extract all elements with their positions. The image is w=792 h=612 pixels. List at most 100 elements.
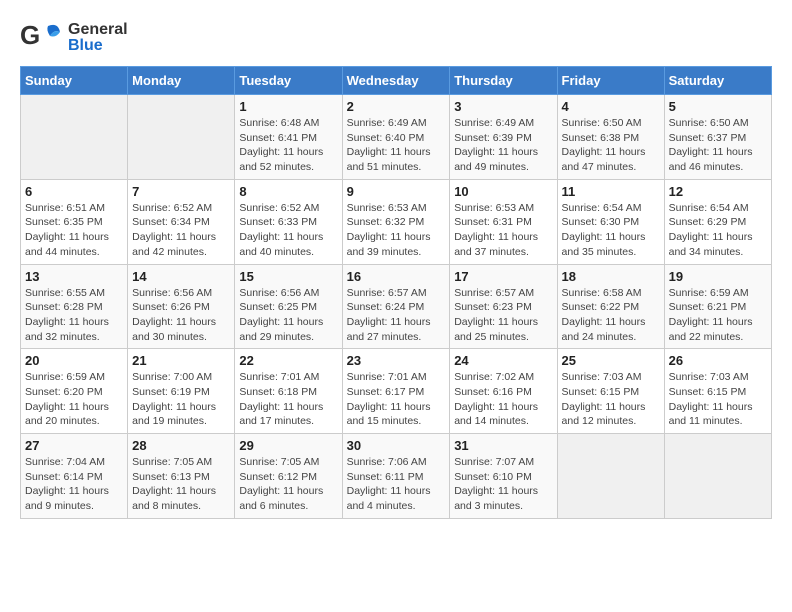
day-info: Sunrise: 7:05 AM Sunset: 6:12 PM Dayligh… — [239, 455, 337, 514]
weekday-header-friday: Friday — [557, 67, 664, 95]
day-info: Sunrise: 6:50 AM Sunset: 6:38 PM Dayligh… — [562, 116, 660, 175]
day-number: 24 — [454, 353, 552, 368]
calendar-week-5: 27 Sunrise: 7:04 AM Sunset: 6:14 PM Dayli… — [21, 434, 772, 519]
calendar-week-1: 1Sunrise: 6:48 AM Sunset: 6:41 PM Daylig… — [21, 95, 772, 180]
day-number: 8 — [239, 184, 337, 199]
day-number: 29 — [239, 438, 337, 453]
day-info: Sunrise: 6:56 AM Sunset: 6:25 PM Dayligh… — [239, 286, 337, 345]
day-number: 25 — [562, 353, 660, 368]
calendar-cell: 20Sunrise: 6:59 AM Sunset: 6:20 PM Dayli… — [21, 349, 128, 434]
calendar-body: 1Sunrise: 6:48 AM Sunset: 6:41 PM Daylig… — [21, 95, 772, 519]
calendar-cell — [664, 434, 771, 519]
calendar-week-3: 13 Sunrise: 6:55 AM Sunset: 6:28 PM Dayli… — [21, 264, 772, 349]
day-info: Sunrise: 6:52 AM Sunset: 6:34 PM Dayligh… — [132, 201, 230, 260]
calendar-cell: 16 Sunrise: 6:57 AM Sunset: 6:24 PM Dayli… — [342, 264, 450, 349]
day-info: Sunrise: 7:02 AM Sunset: 6:16 PM Dayligh… — [454, 370, 552, 429]
day-info: Sunrise: 6:52 AM Sunset: 6:33 PM Dayligh… — [239, 201, 337, 260]
calendar-cell — [557, 434, 664, 519]
calendar-week-2: 6 Sunrise: 6:51 AM Sunset: 6:35 PM Daylig… — [21, 179, 772, 264]
day-info: Sunrise: 6:50 AM Sunset: 6:37 PM Dayligh… — [669, 116, 767, 175]
day-info: Sunrise: 7:00 AM Sunset: 6:19 PM Dayligh… — [132, 370, 230, 429]
calendar-cell — [128, 95, 235, 180]
day-info: Sunrise: 6:54 AM Sunset: 6:29 PM Dayligh… — [669, 201, 767, 260]
day-number: 22 — [239, 353, 337, 368]
day-number: 13 — [25, 269, 123, 284]
day-info: Sunrise: 6:59 AM Sunset: 6:21 PM Dayligh… — [669, 286, 767, 345]
calendar-cell: 28 Sunrise: 7:05 AM Sunset: 6:13 PM Dayli… — [128, 434, 235, 519]
calendar-table: SundayMondayTuesdayWednesdayThursdayFrid… — [20, 66, 772, 519]
calendar-cell: 1Sunrise: 6:48 AM Sunset: 6:41 PM Daylig… — [235, 95, 342, 180]
day-number: 21 — [132, 353, 230, 368]
day-number: 7 — [132, 184, 230, 199]
calendar-cell: 12 Sunrise: 6:54 AM Sunset: 6:29 PM Dayli… — [664, 179, 771, 264]
day-info: Sunrise: 6:54 AM Sunset: 6:30 PM Dayligh… — [562, 201, 660, 260]
day-number: 26 — [669, 353, 767, 368]
day-number: 6 — [25, 184, 123, 199]
calendar-cell: 26 Sunrise: 7:03 AM Sunset: 6:15 PM Dayli… — [664, 349, 771, 434]
day-number: 15 — [239, 269, 337, 284]
day-info: Sunrise: 6:55 AM Sunset: 6:28 PM Dayligh… — [25, 286, 123, 345]
calendar-cell: 17 Sunrise: 6:57 AM Sunset: 6:23 PM Dayli… — [450, 264, 557, 349]
calendar-cell: 5 Sunrise: 6:50 AM Sunset: 6:37 PM Daylig… — [664, 95, 771, 180]
calendar-week-4: 20Sunrise: 6:59 AM Sunset: 6:20 PM Dayli… — [21, 349, 772, 434]
day-number: 3 — [454, 99, 552, 114]
day-number: 17 — [454, 269, 552, 284]
day-number: 30 — [347, 438, 446, 453]
day-info: Sunrise: 6:56 AM Sunset: 6:26 PM Dayligh… — [132, 286, 230, 345]
day-number: 28 — [132, 438, 230, 453]
day-info: Sunrise: 7:06 AM Sunset: 6:11 PM Dayligh… — [347, 455, 446, 514]
day-number: 31 — [454, 438, 552, 453]
calendar-cell: 11 Sunrise: 6:54 AM Sunset: 6:30 PM Dayli… — [557, 179, 664, 264]
calendar-cell — [21, 95, 128, 180]
calendar-cell: 7 Sunrise: 6:52 AM Sunset: 6:34 PM Daylig… — [128, 179, 235, 264]
svg-text:G: G — [20, 20, 40, 50]
day-info: Sunrise: 6:58 AM Sunset: 6:22 PM Dayligh… — [562, 286, 660, 345]
calendar-cell: 25 Sunrise: 7:03 AM Sunset: 6:15 PM Dayli… — [557, 349, 664, 434]
logo-blue-text: Blue — [68, 37, 128, 55]
day-info: Sunrise: 6:51 AM Sunset: 6:35 PM Dayligh… — [25, 201, 123, 260]
day-number: 12 — [669, 184, 767, 199]
weekday-header-thursday: Thursday — [450, 67, 557, 95]
day-number: 9 — [347, 184, 446, 199]
day-info: Sunrise: 7:07 AM Sunset: 6:10 PM Dayligh… — [454, 455, 552, 514]
calendar-cell: 27 Sunrise: 7:04 AM Sunset: 6:14 PM Dayli… — [21, 434, 128, 519]
day-info: Sunrise: 7:04 AM Sunset: 6:14 PM Dayligh… — [25, 455, 123, 514]
calendar-cell: 4 Sunrise: 6:50 AM Sunset: 6:38 PM Daylig… — [557, 95, 664, 180]
day-number: 4 — [562, 99, 660, 114]
day-info: Sunrise: 6:49 AM Sunset: 6:39 PM Dayligh… — [454, 116, 552, 175]
weekday-header-sunday: Sunday — [21, 67, 128, 95]
calendar-cell: 29 Sunrise: 7:05 AM Sunset: 6:12 PM Dayli… — [235, 434, 342, 519]
day-number: 16 — [347, 269, 446, 284]
day-info: Sunrise: 6:53 AM Sunset: 6:32 PM Dayligh… — [347, 201, 446, 260]
page-header: G General Blue — [20, 20, 772, 56]
day-info: Sunrise: 6:49 AM Sunset: 6:40 PM Dayligh… — [347, 116, 446, 175]
calendar-cell: 18 Sunrise: 6:58 AM Sunset: 6:22 PM Dayli… — [557, 264, 664, 349]
weekday-header-tuesday: Tuesday — [235, 67, 342, 95]
day-info: Sunrise: 6:57 AM Sunset: 6:24 PM Dayligh… — [347, 286, 446, 345]
calendar-cell: 14 Sunrise: 6:56 AM Sunset: 6:26 PM Dayli… — [128, 264, 235, 349]
calendar-cell: 2Sunrise: 6:49 AM Sunset: 6:40 PM Daylig… — [342, 95, 450, 180]
calendar-cell: 10Sunrise: 6:53 AM Sunset: 6:31 PM Dayli… — [450, 179, 557, 264]
day-number: 1 — [239, 99, 337, 114]
weekday-header-row: SundayMondayTuesdayWednesdayThursdayFrid… — [21, 67, 772, 95]
day-info: Sunrise: 7:03 AM Sunset: 6:15 PM Dayligh… — [562, 370, 660, 429]
day-info: Sunrise: 7:05 AM Sunset: 6:13 PM Dayligh… — [132, 455, 230, 514]
weekday-header-saturday: Saturday — [664, 67, 771, 95]
day-info: Sunrise: 6:53 AM Sunset: 6:31 PM Dayligh… — [454, 201, 552, 260]
day-number: 18 — [562, 269, 660, 284]
day-number: 5 — [669, 99, 767, 114]
day-info: Sunrise: 7:03 AM Sunset: 6:15 PM Dayligh… — [669, 370, 767, 429]
day-number: 11 — [562, 184, 660, 199]
calendar-cell: 6 Sunrise: 6:51 AM Sunset: 6:35 PM Daylig… — [21, 179, 128, 264]
calendar-cell: 13 Sunrise: 6:55 AM Sunset: 6:28 PM Dayli… — [21, 264, 128, 349]
day-number: 14 — [132, 269, 230, 284]
logo-svg: G — [20, 20, 64, 56]
calendar-header: SundayMondayTuesdayWednesdayThursdayFrid… — [21, 67, 772, 95]
day-number: 27 — [25, 438, 123, 453]
day-info: Sunrise: 6:57 AM Sunset: 6:23 PM Dayligh… — [454, 286, 552, 345]
day-info: Sunrise: 7:01 AM Sunset: 6:18 PM Dayligh… — [239, 370, 337, 429]
weekday-header-monday: Monday — [128, 67, 235, 95]
calendar-cell: 24 Sunrise: 7:02 AM Sunset: 6:16 PM Dayli… — [450, 349, 557, 434]
weekday-header-wednesday: Wednesday — [342, 67, 450, 95]
calendar-cell: 9 Sunrise: 6:53 AM Sunset: 6:32 PM Daylig… — [342, 179, 450, 264]
